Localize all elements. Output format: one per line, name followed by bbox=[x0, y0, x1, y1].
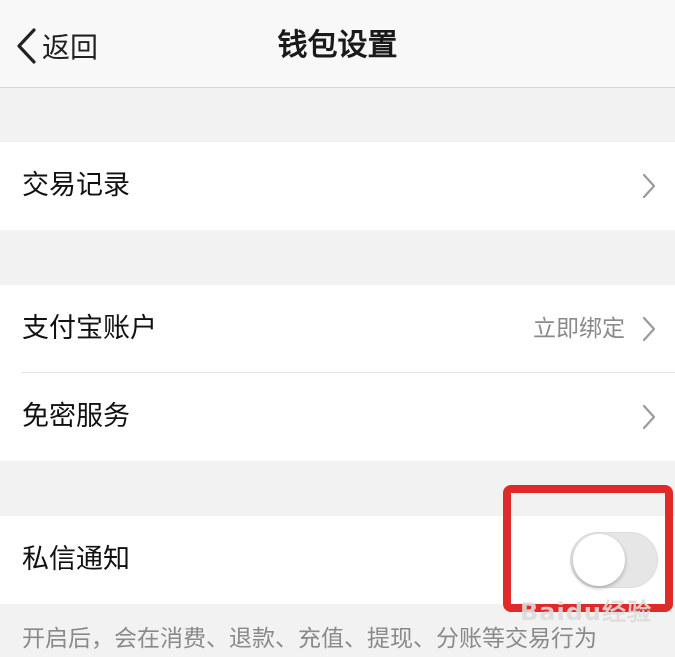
chevron-right-icon bbox=[642, 316, 656, 342]
baidu-jingyan-watermark: Baidu经验 bbox=[520, 598, 652, 626]
private-message-notification-label: 私信通知 bbox=[22, 544, 130, 575]
bind-now-text: 立即绑定 bbox=[533, 316, 625, 342]
alipay-account-row[interactable]: 支付宝账户 立即绑定 bbox=[0, 285, 675, 373]
navigation-bar: 返回 钱包设置 bbox=[0, 0, 675, 88]
password-free-service-row[interactable]: 免密服务 bbox=[0, 373, 675, 461]
highlight-annotation-box bbox=[503, 485, 673, 612]
transactions-row[interactable]: 交易记录 bbox=[0, 142, 675, 230]
page-title: 钱包设置 bbox=[277, 28, 398, 63]
chevron-right-icon bbox=[642, 173, 656, 199]
transactions-label: 交易记录 bbox=[22, 170, 130, 201]
password-free-service-label: 免密服务 bbox=[22, 401, 130, 432]
wallet-settings-screen: 返回 钱包设置 交易记录 支付宝账户 立即绑定 免密服务 私信通知 开启后，会在… bbox=[0, 0, 675, 657]
chevron-right-icon bbox=[642, 404, 656, 430]
notification-description: 开启后，会在消费、退款、充值、提现、分账等交易行为 bbox=[22, 626, 597, 652]
alipay-account-label: 支付宝账户 bbox=[22, 313, 157, 344]
